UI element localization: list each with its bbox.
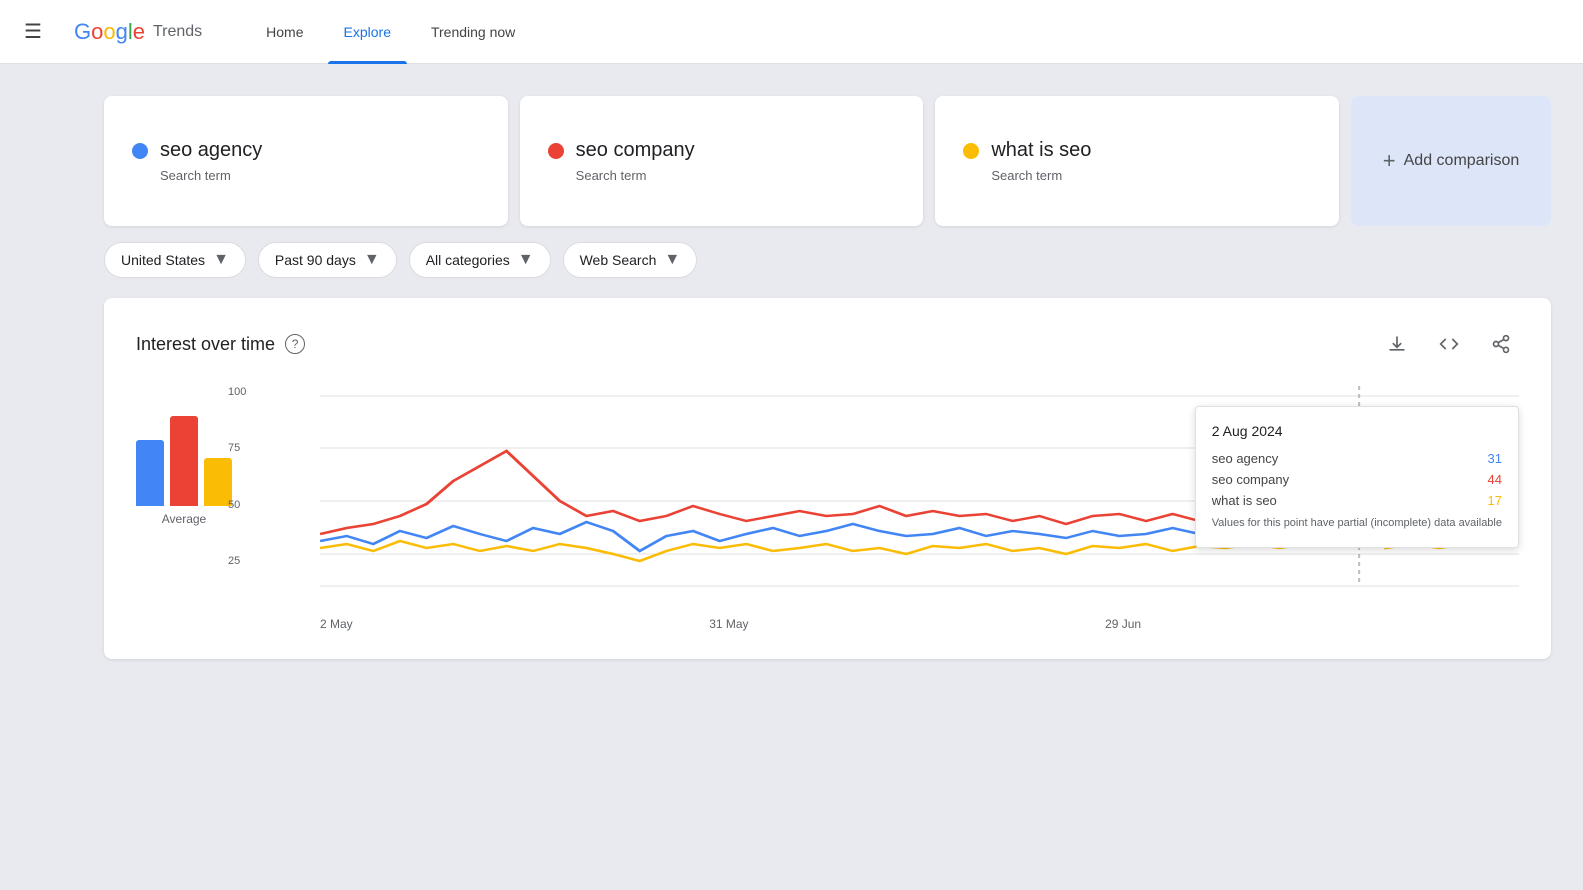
category-filter[interactable]: All categories ▼ bbox=[409, 242, 551, 278]
search-type-chevron-icon: ▼ bbox=[664, 251, 680, 269]
term-dot-what-is-seo bbox=[963, 143, 979, 159]
filters-row: United States ▼ Past 90 days ▼ All categ… bbox=[104, 242, 1551, 278]
term-dot-seo-agency bbox=[132, 143, 148, 159]
download-button[interactable] bbox=[1379, 326, 1415, 362]
term-type-what-is-seo: Search term bbox=[991, 168, 1311, 183]
period-filter[interactable]: Past 90 days ▼ bbox=[258, 242, 397, 278]
bar-seo-agency bbox=[136, 440, 164, 506]
add-comparison-label: Add comparison bbox=[1404, 152, 1520, 170]
help-icon[interactable]: ? bbox=[285, 334, 305, 354]
average-bar-chart bbox=[136, 386, 232, 506]
tooltip-date: 2 Aug 2024 bbox=[1212, 423, 1502, 439]
chart-title-area: Interest over time ? bbox=[136, 334, 305, 355]
share-button[interactable] bbox=[1483, 326, 1519, 362]
chart-tooltip: 2 Aug 2024 seo agency 31 seo company 44 bbox=[1195, 406, 1519, 548]
y-label-25: 25 bbox=[228, 555, 246, 567]
line-chart-wrapper: 100 75 50 25 bbox=[272, 386, 1519, 631]
tooltip-term-seo-agency: seo agency bbox=[1212, 451, 1279, 466]
chart-header: Interest over time ? bbox=[136, 326, 1519, 362]
term-type-seo-company: Search term bbox=[576, 168, 896, 183]
tooltip-value-what-is-seo: 17 bbox=[1488, 493, 1502, 508]
tooltip-term-what-is-seo: what is seo bbox=[1212, 493, 1277, 508]
main-nav: Home Explore Trending now bbox=[250, 0, 531, 64]
tooltip-row-seo-agency: seo agency 31 bbox=[1212, 451, 1502, 466]
header: ☰ Google Trends Home Explore Trending no… bbox=[0, 0, 1583, 64]
trends-wordmark: Trends bbox=[153, 23, 202, 41]
search-type-filter[interactable]: Web Search ▼ bbox=[563, 242, 698, 278]
plus-icon: + bbox=[1383, 148, 1396, 174]
hamburger-menu[interactable]: ☰ bbox=[24, 19, 42, 44]
embed-button[interactable] bbox=[1431, 326, 1467, 362]
x-label-may31: 31 May bbox=[709, 617, 748, 631]
chart-title: Interest over time bbox=[136, 334, 275, 355]
search-type-filter-label: Web Search bbox=[580, 252, 657, 268]
logo: Google Trends bbox=[74, 19, 202, 45]
nav-home[interactable]: Home bbox=[250, 0, 319, 64]
chart-section: Interest over time ? bbox=[104, 298, 1551, 659]
category-chevron-icon: ▼ bbox=[518, 251, 534, 269]
tooltip-term-seo-company: seo company bbox=[1212, 472, 1289, 487]
region-filter[interactable]: United States ▼ bbox=[104, 242, 246, 278]
add-comparison-button[interactable]: + Add comparison bbox=[1351, 96, 1551, 226]
region-chevron-icon: ▼ bbox=[213, 251, 229, 269]
nav-explore[interactable]: Explore bbox=[328, 0, 407, 64]
region-filter-label: United States bbox=[121, 252, 205, 268]
average-bar-chart-area: Average bbox=[136, 386, 232, 526]
bar-seo-company bbox=[170, 416, 198, 506]
term-type-seo-agency: Search term bbox=[160, 168, 480, 183]
search-term-cards: seo agency Search term seo company Searc… bbox=[104, 96, 1551, 226]
period-chevron-icon: ▼ bbox=[364, 251, 380, 269]
y-label-50: 50 bbox=[228, 499, 246, 511]
left-sidebar bbox=[0, 80, 72, 874]
average-label: Average bbox=[162, 512, 206, 526]
tooltip-row-seo-company: seo company 44 bbox=[1212, 472, 1502, 487]
term-card-seo-company[interactable]: seo company Search term bbox=[520, 96, 924, 226]
x-label-may2: 2 May bbox=[320, 617, 353, 631]
term-card-what-is-seo[interactable]: what is seo Search term bbox=[935, 96, 1339, 226]
category-filter-label: All categories bbox=[426, 252, 510, 268]
tooltip-note: Values for this point have partial (inco… bbox=[1212, 516, 1502, 531]
nav-trending[interactable]: Trending now bbox=[415, 0, 531, 64]
y-label-100: 100 bbox=[228, 386, 246, 398]
x-label-jun29: 29 Jun bbox=[1105, 617, 1141, 631]
tooltip-row-what-is-seo: what is seo 17 bbox=[1212, 493, 1502, 508]
term-name-seo-company: seo company bbox=[576, 139, 695, 162]
tooltip-value-seo-company: 44 bbox=[1488, 472, 1502, 487]
y-label-75: 75 bbox=[228, 442, 246, 454]
x-axis-labels: 2 May 31 May 29 Jun Aug bbox=[320, 611, 1519, 631]
term-name-seo-agency: seo agency bbox=[160, 139, 262, 162]
period-filter-label: Past 90 days bbox=[275, 252, 356, 268]
google-wordmark: Google bbox=[74, 19, 145, 45]
term-name-what-is-seo: what is seo bbox=[991, 139, 1091, 162]
y-axis-labels: 100 75 50 25 bbox=[228, 386, 246, 611]
chart-actions bbox=[1379, 326, 1519, 362]
tooltip-value-seo-agency: 31 bbox=[1488, 451, 1502, 466]
term-dot-seo-company bbox=[548, 143, 564, 159]
term-card-seo-agency[interactable]: seo agency Search term bbox=[104, 96, 508, 226]
